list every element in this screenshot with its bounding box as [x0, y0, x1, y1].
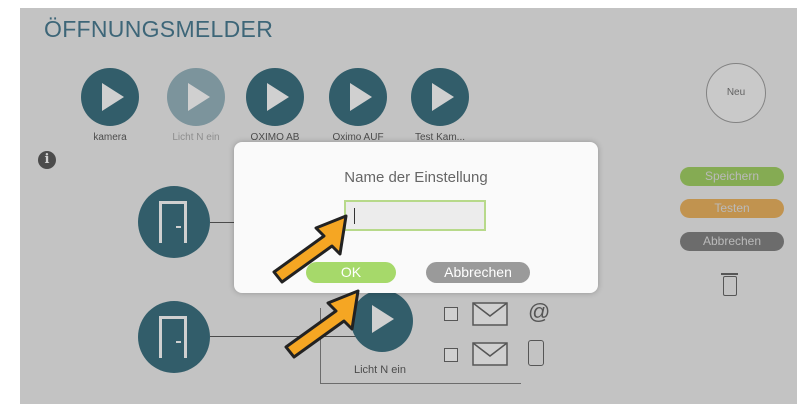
arrow-pointer-icon: [272, 214, 348, 284]
arrow-pointer-icon: [284, 289, 360, 359]
cancel-button[interactable]: Abbrechen: [426, 262, 530, 283]
setting-name-input[interactable]: [344, 200, 486, 231]
dialog-title: Name der Einstellung: [344, 169, 488, 186]
